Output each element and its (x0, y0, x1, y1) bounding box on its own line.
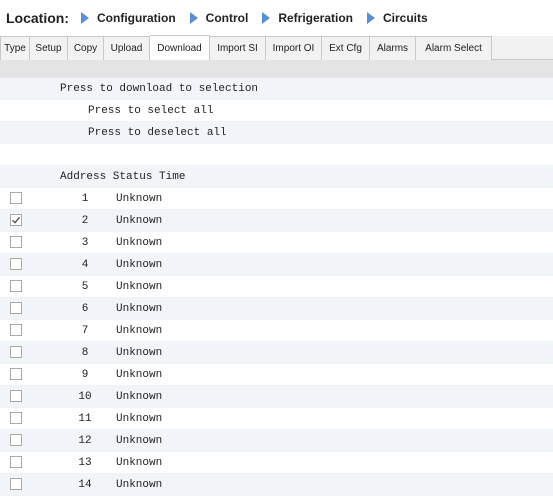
row-status: Unknown (116, 236, 163, 249)
row-status: Unknown (116, 390, 163, 403)
row-status: Unknown (116, 214, 163, 227)
spacer-row (0, 144, 553, 166)
table-row: 14 Unknown (0, 474, 553, 496)
arrow-right-icon (367, 12, 375, 24)
location-bar: Location: Configuration Control Refriger… (0, 0, 553, 36)
row-status: Unknown (116, 346, 163, 359)
download-to-selection-button[interactable]: Press to download to selection (0, 78, 553, 100)
row-checkbox[interactable] (10, 368, 22, 380)
arrow-right-icon (189, 12, 198, 24)
row-checkbox[interactable] (10, 456, 22, 468)
row-status: Unknown (116, 324, 163, 337)
table-row: 5 Unknown (0, 276, 553, 298)
row-address: 6 (81, 302, 89, 315)
row-checkbox[interactable] (10, 346, 22, 358)
grey-strip (0, 60, 553, 78)
breadcrumb-label: Refrigeration (278, 11, 353, 25)
row-status: Unknown (116, 302, 163, 315)
row-address: 14 (78, 478, 92, 491)
tab-download[interactable]: Download (150, 35, 210, 60)
tab-import-oi[interactable]: Import OI (266, 36, 322, 60)
row-checkbox[interactable] (10, 236, 22, 248)
tab-ext-cfg[interactable]: Ext Cfg (322, 36, 370, 60)
arrow-right-icon (262, 12, 271, 24)
row-status: Unknown (116, 192, 163, 205)
row-address: 13 (78, 456, 92, 469)
row-checkbox[interactable] (10, 280, 22, 292)
row-checkbox[interactable] (10, 324, 22, 336)
breadcrumb-configuration[interactable]: Configuration (81, 11, 176, 25)
row-checkbox[interactable] (10, 302, 22, 314)
breadcrumb-label: Circuits (383, 11, 428, 25)
row-status: Unknown (116, 280, 163, 293)
row-checkbox[interactable] (10, 412, 22, 424)
tab-copy[interactable]: Copy (68, 36, 104, 60)
table-row: 8 Unknown (0, 342, 553, 364)
tab-type[interactable]: Type (0, 36, 30, 60)
download-panel: Press to download to selection Press to … (0, 78, 553, 496)
arrow-right-icon (81, 12, 89, 24)
row-checkbox[interactable] (10, 258, 22, 270)
breadcrumb-control[interactable]: Control (189, 11, 249, 25)
table-row: 11 Unknown (0, 408, 553, 430)
row-address: 7 (81, 324, 89, 337)
row-checkbox[interactable] (10, 390, 22, 402)
row-address: 2 (81, 214, 89, 227)
row-address: 8 (81, 346, 89, 359)
table-row: 4 Unknown (0, 254, 553, 276)
tab-bar: Type Setup Copy Upload Download Import S… (0, 35, 553, 60)
table-body: 1 Unknown 2 Unknown 3 Unknown 4 Unknown 5 Unknown… (0, 188, 553, 496)
row-address: 9 (81, 368, 89, 381)
row-address: 10 (78, 390, 92, 403)
breadcrumb-label: Configuration (97, 11, 176, 25)
table-row: 7 Unknown (0, 320, 553, 342)
row-status: Unknown (116, 412, 163, 425)
row-checkbox[interactable] (10, 214, 22, 226)
table-row: 2 Unknown (0, 210, 553, 232)
breadcrumb-circuits[interactable]: Circuits (367, 11, 428, 25)
row-status: Unknown (116, 368, 163, 381)
table-row: 13 Unknown (0, 452, 553, 474)
tab-import-si[interactable]: Import SI (210, 36, 266, 60)
tab-alarm-select[interactable]: Alarm Select (416, 36, 492, 60)
select-all-button[interactable]: Press to select all (0, 100, 553, 122)
checkmark-icon (12, 216, 21, 224)
table-row: 6 Unknown (0, 298, 553, 320)
row-address: 4 (81, 258, 89, 271)
table-row: 1 Unknown (0, 188, 553, 210)
tab-upload[interactable]: Upload (104, 36, 150, 60)
deselect-all-button[interactable]: Press to deselect all (0, 122, 553, 144)
row-status: Unknown (116, 478, 163, 491)
row-checkbox[interactable] (10, 192, 22, 204)
row-checkbox[interactable] (10, 478, 22, 490)
row-address: 12 (78, 434, 92, 447)
table-row: 10 Unknown (0, 386, 553, 408)
row-address: 11 (78, 412, 92, 425)
row-address: 1 (81, 192, 89, 205)
row-status: Unknown (116, 434, 163, 447)
tab-alarms[interactable]: Alarms (370, 36, 416, 60)
table-header: Address Status Time (0, 166, 553, 188)
row-status: Unknown (116, 456, 163, 469)
tab-setup[interactable]: Setup (30, 36, 68, 60)
table-row: 9 Unknown (0, 364, 553, 386)
table-row: 12 Unknown (0, 430, 553, 452)
breadcrumb-refrigeration[interactable]: Refrigeration (262, 11, 353, 25)
location-label: Location: (6, 10, 69, 26)
breadcrumb-label: Control (205, 11, 249, 25)
row-status: Unknown (116, 258, 163, 271)
row-address: 3 (81, 236, 89, 249)
row-address: 5 (81, 280, 89, 293)
table-row: 3 Unknown (0, 232, 553, 254)
row-checkbox[interactable] (10, 434, 22, 446)
